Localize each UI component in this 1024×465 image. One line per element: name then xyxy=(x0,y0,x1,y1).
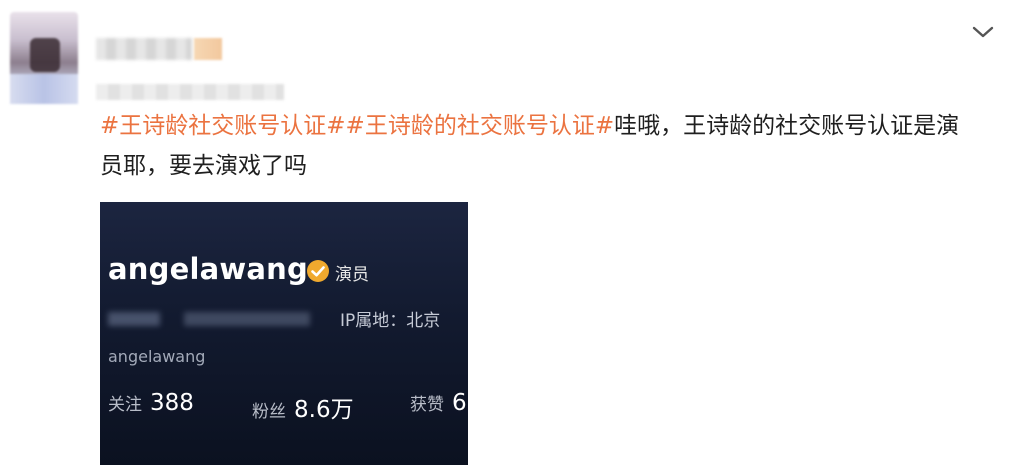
chevron-down-icon xyxy=(972,26,994,38)
user-badge-blurred xyxy=(194,38,222,60)
verified-badge-icon xyxy=(307,260,329,282)
post-image[interactable]: angelawang 演员 IP属地：北京 angelawang 关注 388 粉… xyxy=(100,202,468,465)
profile-handle: angelawang xyxy=(108,347,206,366)
hashtag-link[interactable]: #王诗龄社交账号认证# xyxy=(100,113,346,139)
username-blurred[interactable] xyxy=(96,38,192,60)
stat-likes: 获赞 6 xyxy=(410,390,467,416)
hashtag-link[interactable]: #王诗龄的社交账号认证# xyxy=(346,113,615,139)
stat-following: 关注 388 xyxy=(108,390,194,416)
post-meta-blurred xyxy=(96,84,284,100)
post-text: #王诗龄社交账号认证##王诗龄的社交账号认证#哇哦，王诗龄的社交账号认证是演员耶… xyxy=(100,106,980,186)
ip-location: IP属地：北京 xyxy=(340,311,441,331)
user-avatar[interactable] xyxy=(10,12,78,104)
bio-blurred xyxy=(108,312,160,326)
more-options-button[interactable] xyxy=(970,22,996,42)
bio-blurred xyxy=(184,312,310,326)
stat-followers: 粉丝 8.6万 xyxy=(252,397,354,423)
verify-label: 演员 xyxy=(335,265,369,285)
profile-username: angelawang xyxy=(108,252,308,286)
